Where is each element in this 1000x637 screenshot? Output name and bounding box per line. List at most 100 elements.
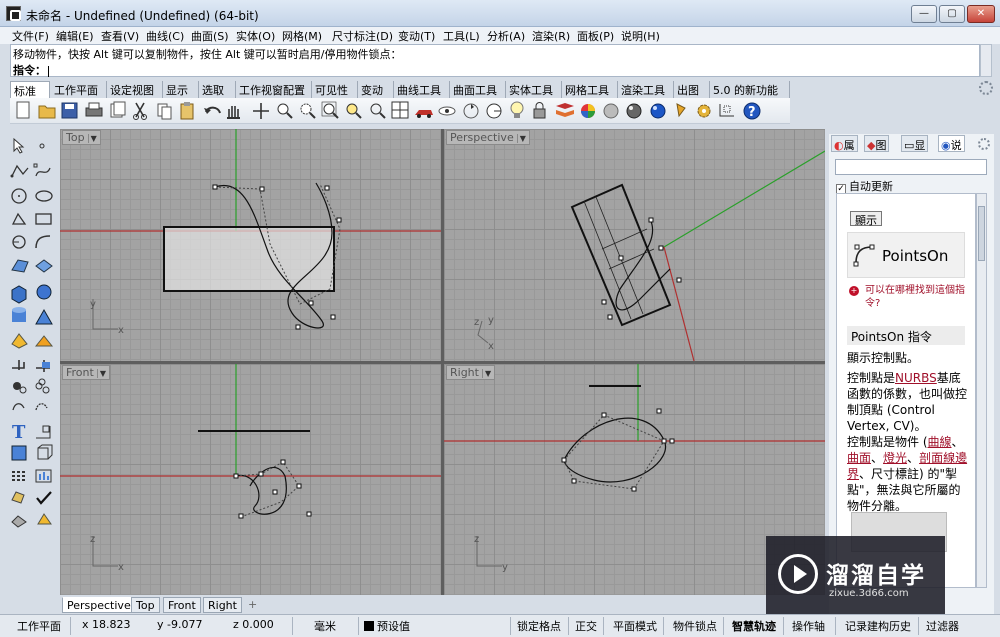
status-ortho[interactable]: 正交 bbox=[575, 618, 597, 634]
status-cplane[interactable]: 工作平面 bbox=[17, 618, 61, 634]
front-control-points[interactable] bbox=[233, 459, 312, 519]
move-view-icon[interactable] bbox=[253, 103, 269, 119]
menu-mesh[interactable]: 网格(M) bbox=[282, 28, 322, 44]
viewport-tab-right[interactable]: Right bbox=[203, 597, 242, 613]
zoom-icon[interactable] bbox=[277, 103, 293, 119]
surface-icon[interactable] bbox=[11, 259, 29, 273]
menu-edit[interactable]: 编辑(E) bbox=[56, 28, 94, 44]
top-viewport[interactable]: y x Top ▼ bbox=[60, 129, 441, 361]
right-curve[interactable] bbox=[563, 417, 667, 483]
menu-render[interactable]: 渲染(R) bbox=[532, 28, 570, 44]
split-icon[interactable] bbox=[36, 360, 50, 372]
tab-transform[interactable]: 变动 bbox=[358, 81, 394, 98]
curve-link[interactable]: 曲線 bbox=[928, 435, 952, 449]
dimension-icon[interactable] bbox=[36, 425, 51, 439]
command-area[interactable]: 移动物件，快按 Alt 键可以复制物件，按住 Alt 键可以暂时启用/停用物件锁… bbox=[10, 44, 980, 77]
viewport-label-top[interactable]: Top ▼ bbox=[62, 130, 101, 145]
grid-array-icon[interactable] bbox=[12, 471, 25, 481]
menu-solid[interactable]: 实体(O) bbox=[236, 28, 275, 44]
front-viewport[interactable]: z x Front ▼ bbox=[60, 364, 441, 595]
tab-visibility[interactable]: 可见性 bbox=[312, 81, 358, 98]
perspective-box[interactable] bbox=[570, 183, 672, 327]
tab-layout[interactable]: 出图 bbox=[674, 81, 710, 98]
status-planar[interactable]: 平面模式 bbox=[613, 618, 657, 634]
undo-icon[interactable] bbox=[204, 106, 221, 114]
tab-curve-tools[interactable]: 曲线工具 bbox=[394, 81, 450, 98]
show-button[interactable]: 顯示 bbox=[850, 211, 882, 227]
array-icon[interactable] bbox=[37, 444, 53, 460]
tab-surface-tools[interactable]: 曲面工具 bbox=[450, 81, 506, 98]
help-scrollbar[interactable] bbox=[976, 193, 987, 588]
rotate-view-icon[interactable] bbox=[370, 103, 386, 119]
text-icon[interactable]: T bbox=[12, 422, 26, 443]
tab-mesh-tools[interactable]: 网格工具 bbox=[562, 81, 618, 98]
close-button[interactable]: ✕ bbox=[967, 5, 995, 23]
status-gumball[interactable]: 操作轴 bbox=[792, 618, 825, 634]
nurbs-link[interactable]: NURBS bbox=[895, 371, 937, 385]
status-history[interactable]: 记录建构历史 bbox=[845, 618, 911, 634]
command-scrollbar[interactable] bbox=[980, 44, 992, 77]
analyze-icon[interactable] bbox=[35, 469, 52, 483]
lock-icon[interactable] bbox=[533, 102, 546, 119]
maximize-button[interactable]: ▢ bbox=[939, 5, 965, 23]
polyline-icon[interactable] bbox=[10, 164, 29, 178]
render-icon[interactable] bbox=[11, 515, 27, 528]
panel-options-icon[interactable] bbox=[978, 138, 990, 150]
minimize-button[interactable]: — bbox=[911, 5, 937, 23]
color-wheel-icon[interactable] bbox=[581, 104, 595, 118]
auto-update-checkbox[interactable]: ✓ 自动更新 bbox=[836, 178, 893, 194]
help-icon[interactable]: ? bbox=[743, 102, 761, 120]
viewport-label-front[interactable]: Front ▼ bbox=[62, 365, 110, 380]
spotlight-icon[interactable] bbox=[676, 103, 686, 118]
menu-analyze[interactable]: 分析(A) bbox=[487, 28, 525, 44]
tab-select[interactable]: 选取 bbox=[199, 81, 236, 98]
sphere-icon[interactable] bbox=[603, 103, 619, 119]
status-grid-snap[interactable]: 锁定格点 bbox=[517, 618, 561, 634]
ellipse-icon[interactable] bbox=[35, 190, 53, 202]
box-object[interactable] bbox=[163, 226, 335, 292]
tab-set-view[interactable]: 设定视图 bbox=[107, 81, 163, 98]
panel-tab-display[interactable]: ▭显 bbox=[901, 135, 929, 152]
tab-viewport-layout[interactable]: 工作视窗配置 bbox=[236, 81, 312, 98]
tab-render-tools[interactable]: 渲染工具 bbox=[618, 81, 674, 98]
menu-help[interactable]: 说明(H) bbox=[621, 28, 660, 44]
zoom-extents-icon[interactable] bbox=[321, 101, 339, 119]
tab-cplanes[interactable]: 工作平面 bbox=[51, 81, 107, 98]
print-icon[interactable] bbox=[85, 102, 103, 117]
tab-display[interactable]: 显示 bbox=[163, 81, 199, 98]
tabs-options-icon[interactable] bbox=[979, 81, 993, 95]
zoom-window-icon[interactable] bbox=[300, 103, 316, 119]
viewport-tab-front[interactable]: Front bbox=[163, 597, 201, 613]
menu-curve[interactable]: 曲线(C) bbox=[146, 28, 184, 44]
circle-tool-icon[interactable] bbox=[486, 103, 502, 119]
arc-icon[interactable] bbox=[11, 212, 27, 225]
chevron-down-icon[interactable]: ▼ bbox=[481, 369, 491, 378]
grid-snap-icon[interactable] bbox=[719, 104, 734, 117]
layers-icon[interactable] bbox=[556, 103, 574, 117]
box-icon[interactable] bbox=[11, 285, 27, 304]
perspective-curve[interactable] bbox=[615, 218, 671, 311]
paste-icon[interactable] bbox=[180, 102, 194, 120]
status-layer[interactable]: 预设值 bbox=[364, 618, 410, 634]
render-sphere-icon[interactable] bbox=[626, 103, 642, 119]
circle-icon[interactable] bbox=[11, 188, 27, 204]
zoom-selected-icon[interactable] bbox=[346, 103, 362, 119]
four-viewports-icon[interactable] bbox=[391, 101, 409, 119]
menu-tools[interactable]: 工具(L) bbox=[443, 28, 480, 44]
panel-tab-help[interactable]: ◉说 bbox=[938, 135, 965, 152]
status-smart-track[interactable]: 智慧轨迹 bbox=[732, 618, 776, 634]
panel-tab-layers[interactable]: ◆图 bbox=[864, 135, 890, 152]
patch-icon[interactable] bbox=[35, 259, 53, 273]
curve-icon[interactable] bbox=[33, 163, 51, 177]
save-icon[interactable] bbox=[61, 102, 78, 119]
mesh-icon[interactable] bbox=[11, 333, 28, 349]
tab-solid-tools[interactable]: 实体工具 bbox=[506, 81, 562, 98]
new-file-icon[interactable] bbox=[16, 101, 30, 119]
cylinder-icon[interactable] bbox=[12, 307, 26, 322]
add-viewport-tab-icon[interactable]: + bbox=[244, 597, 261, 613]
fillet-curve-icon[interactable] bbox=[35, 235, 51, 249]
explode-icon[interactable] bbox=[13, 382, 27, 394]
light-bulb-icon[interactable] bbox=[510, 101, 524, 118]
rectangle-icon[interactable] bbox=[35, 213, 52, 225]
chevron-down-icon[interactable]: ▼ bbox=[516, 134, 526, 143]
